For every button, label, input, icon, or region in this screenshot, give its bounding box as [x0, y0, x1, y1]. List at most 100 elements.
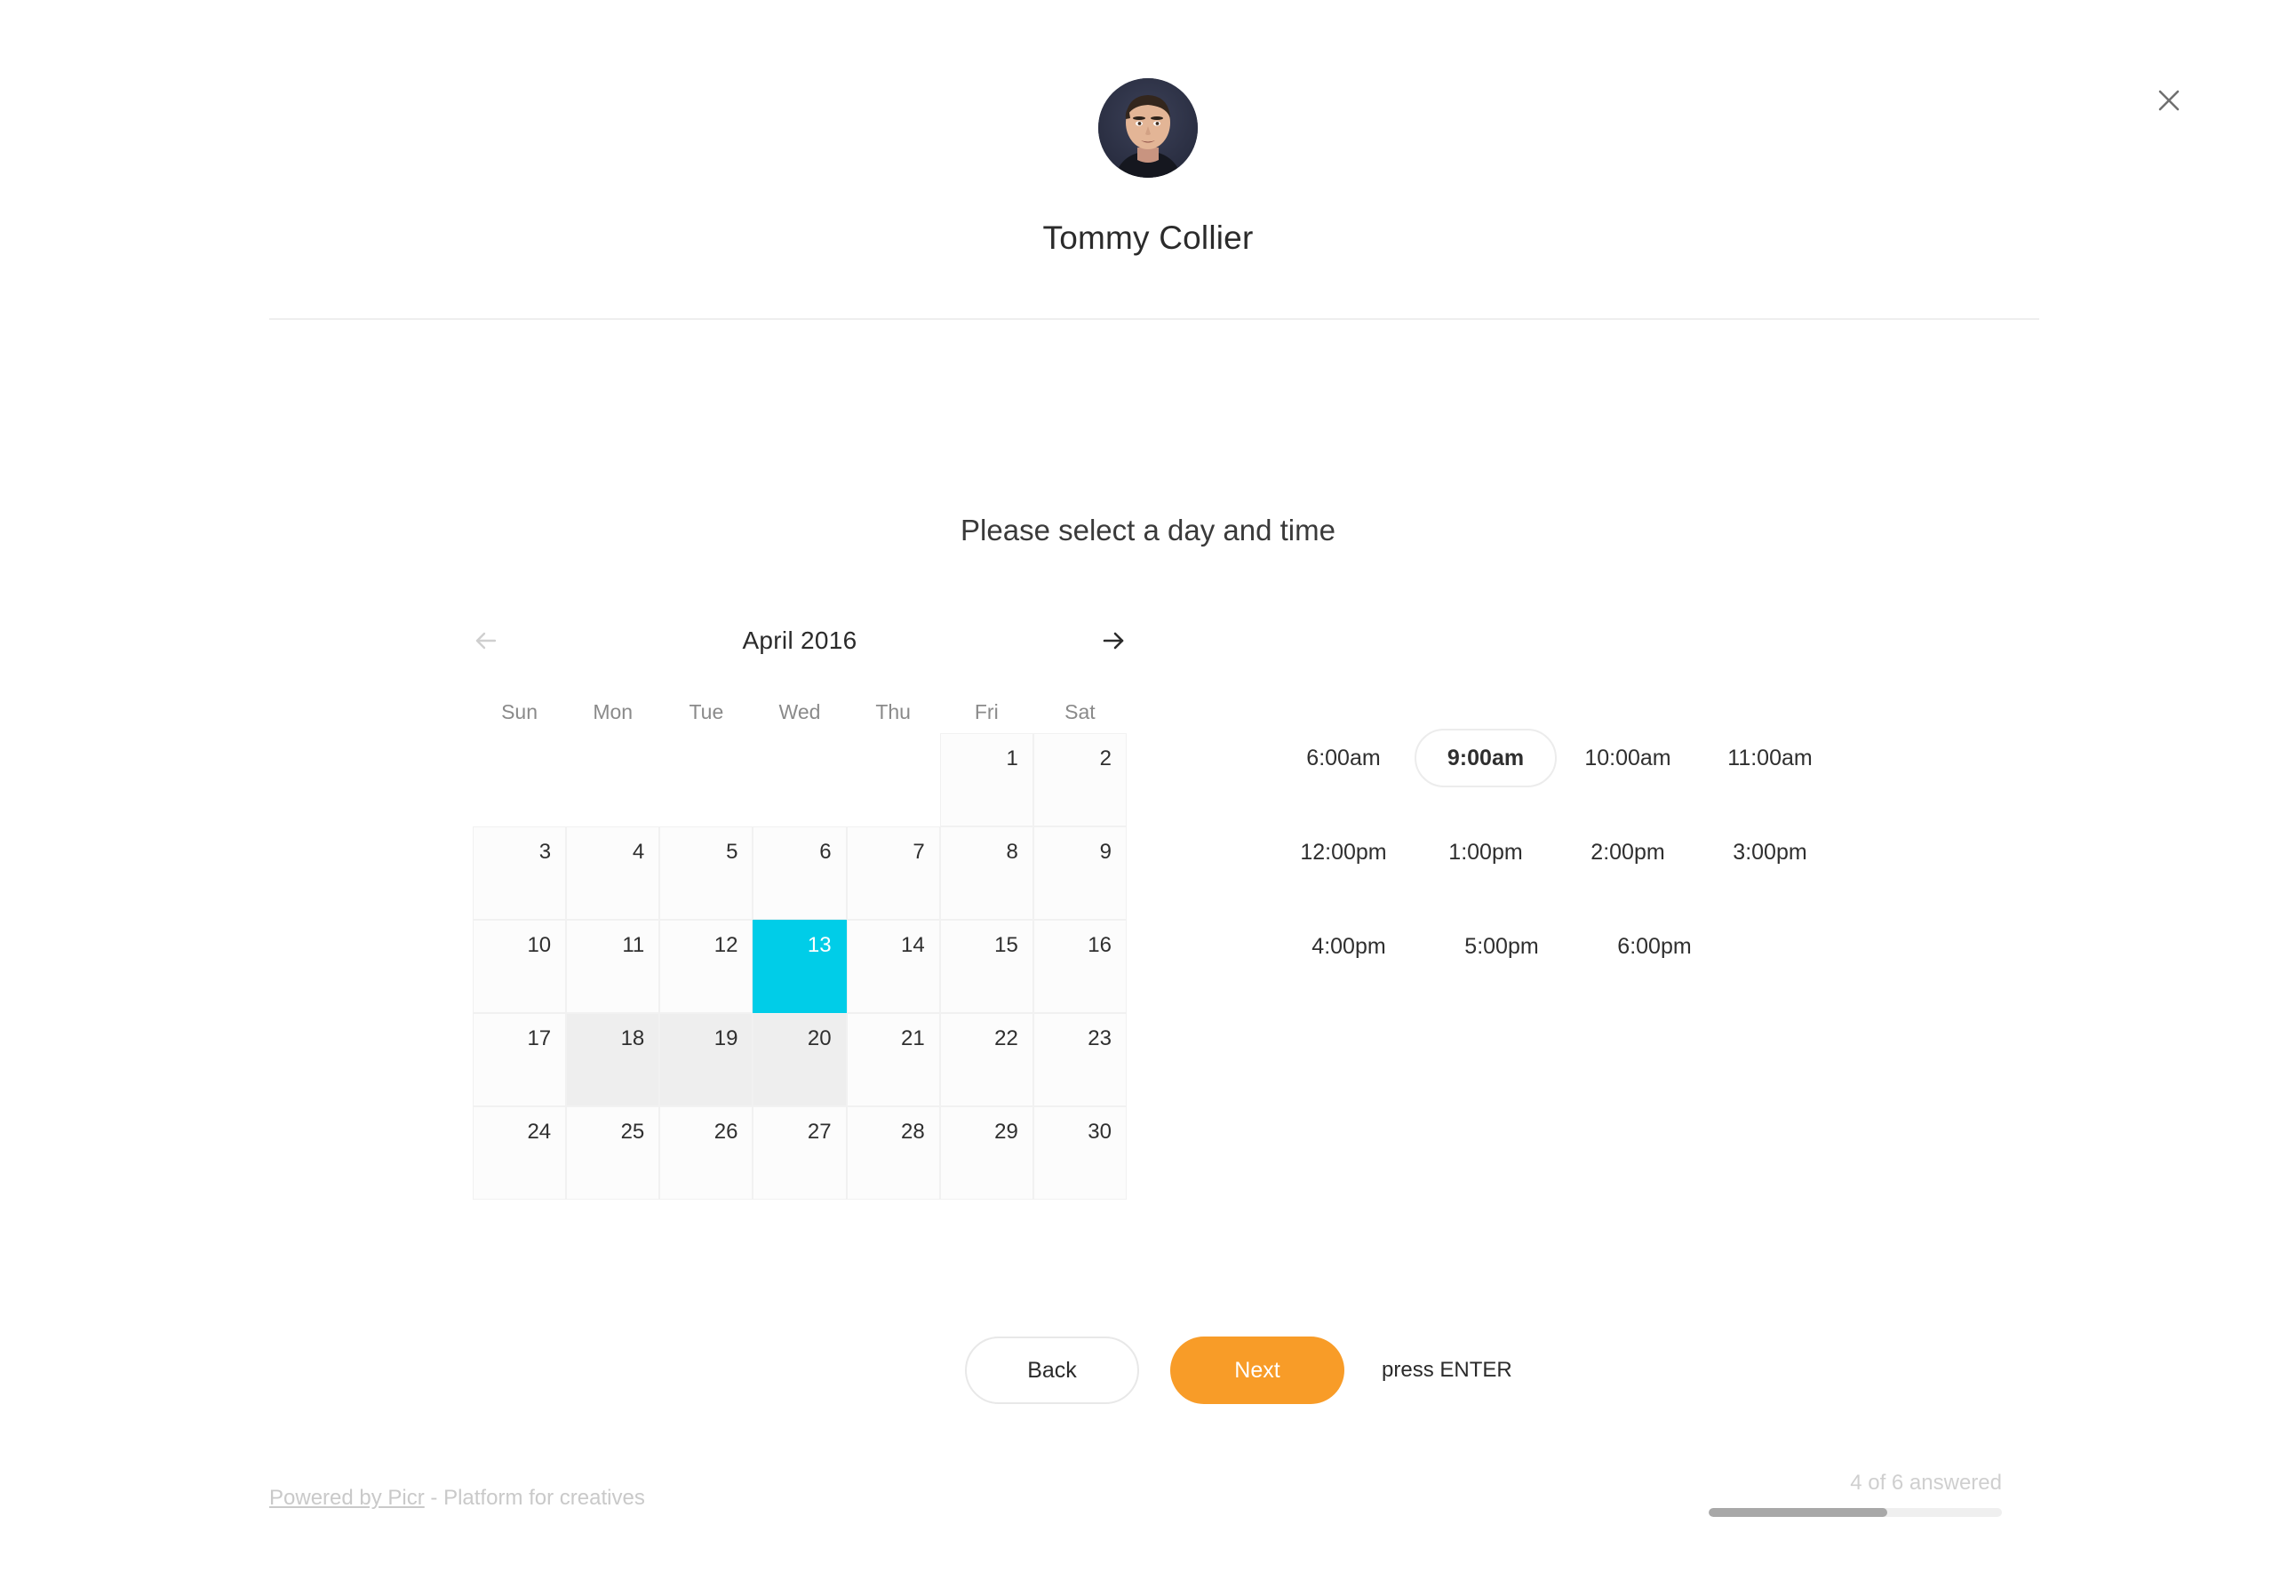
calendar-day-29[interactable]: 29 [939, 1106, 1033, 1200]
calendar-day-19[interactable]: 19 [659, 1013, 753, 1106]
calendar-day-21[interactable]: 21 [846, 1013, 940, 1106]
time-slot-500pm[interactable]: 5:00pm [1425, 917, 1578, 976]
avatar-photo [1098, 78, 1198, 178]
calendar-day-5[interactable]: 5 [659, 826, 753, 920]
calendar-day-15[interactable]: 15 [939, 920, 1033, 1013]
calendar-day-number: 13 [807, 933, 832, 957]
calendar-day-number: 19 [714, 1026, 738, 1050]
calendar-cell-empty [473, 733, 566, 826]
powered-by-link[interactable]: Powered by Picr [269, 1486, 425, 1510]
calendar-day-17[interactable]: 17 [473, 1013, 567, 1106]
calendar-day-16[interactable]: 16 [1032, 920, 1127, 1013]
calendar-day-number: 15 [994, 933, 1018, 957]
avatar [1098, 78, 1198, 178]
time-slot-1100am[interactable]: 11:00am [1699, 729, 1841, 787]
time-slot-100pm[interactable]: 1:00pm [1415, 823, 1557, 882]
calendar-day-number: 25 [620, 1120, 645, 1144]
time-slot-600am[interactable]: 6:00am [1272, 729, 1415, 787]
calendar-day-11[interactable]: 11 [566, 920, 660, 1013]
calendar-day-number: 7 [913, 840, 925, 864]
calendar-day-13[interactable]: 13 [753, 920, 847, 1013]
powered-by-tagline: - Platform for creatives [424, 1486, 645, 1510]
calendar-day-9[interactable]: 9 [1032, 826, 1127, 920]
calendar-day-28[interactable]: 28 [846, 1106, 940, 1200]
weekday-header-row: Sun Mon Tue Wed Thu Fri Sat [473, 700, 1127, 724]
calendar-day-number: 30 [1088, 1120, 1112, 1144]
calendar-day-number: 8 [1006, 840, 1018, 864]
calendar-day-number: 12 [714, 933, 738, 957]
calendar-day-number: 4 [632, 840, 645, 864]
calendar-day-number: 6 [819, 840, 832, 864]
booking-page: Tommy Collier Please select a day and ti… [0, 0, 2296, 1596]
calendar-day-number: 9 [1099, 840, 1112, 864]
profile-header: Tommy Collier [0, 0, 2296, 257]
calendar-day-24[interactable]: 24 [473, 1106, 567, 1200]
weekday-label-tue: Tue [689, 700, 724, 723]
progress-area: 4 of 6 answered [1540, 1471, 2002, 1517]
weekday-label-mon: Mon [593, 700, 634, 723]
prev-month-button[interactable] [465, 620, 506, 661]
weekday-label-sat: Sat [1064, 700, 1096, 723]
calendar-day-30[interactable]: 30 [1032, 1106, 1127, 1200]
next-button[interactable]: Next [1170, 1337, 1344, 1404]
calendar-day-26[interactable]: 26 [659, 1106, 753, 1200]
calendar-day-3[interactable]: 3 [473, 826, 567, 920]
calendar-day-number: 2 [1099, 746, 1112, 770]
arrow-right-icon [1103, 632, 1124, 650]
calendar-day-number: 22 [994, 1026, 1018, 1050]
calendar-day-number: 18 [620, 1026, 645, 1050]
time-slot-row: 4:00pm 5:00pm 6:00pm [1272, 917, 1841, 976]
weekday-label-sun: Sun [501, 700, 538, 723]
weekday-label-thu: Thu [875, 700, 911, 723]
calendar-day-number: 16 [1088, 933, 1112, 957]
next-month-button[interactable] [1094, 620, 1135, 661]
calendar-day-10[interactable]: 10 [473, 920, 567, 1013]
calendar-day-4[interactable]: 4 [566, 826, 660, 920]
calendar-day-25[interactable]: 25 [566, 1106, 660, 1200]
time-slot-200pm[interactable]: 2:00pm [1557, 823, 1699, 882]
calendar-month-label: April 2016 [742, 626, 857, 654]
time-slot-row: 12:00pm 1:00pm 2:00pm 3:00pm [1272, 823, 1841, 882]
header-divider [269, 318, 2039, 320]
time-slot-600pm[interactable]: 6:00pm [1578, 917, 1731, 976]
calendar-day-8[interactable]: 8 [939, 826, 1033, 920]
question-text: Please select a day and time [961, 514, 1335, 547]
progress-bar-fill [1709, 1508, 1888, 1517]
calendar-day-number: 3 [538, 840, 552, 864]
progress-bar[interactable] [1709, 1508, 2002, 1517]
calendar-cell-empty [659, 733, 753, 826]
time-slot-list: 6:00am 9:00am 10:00am 11:00am 12:00pm 1:00pm 2… [1272, 729, 1841, 1011]
calendar-day-20[interactable]: 20 [753, 1013, 847, 1106]
arrow-left-icon [475, 632, 497, 650]
calendar-day-number: 14 [901, 933, 925, 957]
calendar-day-number: 29 [994, 1120, 1018, 1144]
calendar-day-1[interactable]: 1 [939, 733, 1033, 826]
calendar-day-number: 20 [807, 1026, 832, 1050]
time-slot-400pm[interactable]: 4:00pm [1272, 917, 1425, 976]
action-bar: Back Next press ENTER [965, 1337, 1512, 1404]
calendar-day-22[interactable]: 22 [939, 1013, 1033, 1106]
calendar-day-27[interactable]: 27 [753, 1106, 847, 1200]
calendar-day-6[interactable]: 6 [753, 826, 847, 920]
press-enter-hint: press ENTER [1382, 1358, 1512, 1382]
calendar-day-12[interactable]: 12 [659, 920, 753, 1013]
calendar-day-2[interactable]: 2 [1032, 733, 1127, 826]
calendar-day-14[interactable]: 14 [846, 920, 940, 1013]
calendar-day-18[interactable]: 18 [566, 1013, 660, 1106]
calendar-header: April 2016 [473, 613, 1127, 668]
time-slot-300pm[interactable]: 3:00pm [1699, 823, 1841, 882]
calendar-day-7[interactable]: 7 [846, 826, 940, 920]
back-button[interactable]: Back [965, 1337, 1139, 1404]
weekday-label-wed: Wed [778, 700, 821, 723]
calendar-day-number: 26 [714, 1120, 738, 1144]
calendar-day-number: 10 [527, 933, 552, 957]
page-title: Tommy Collier [1042, 219, 1254, 256]
calendar-day-number: 1 [1006, 746, 1018, 770]
calendar-cell-empty [847, 733, 940, 826]
time-slot-1200pm[interactable]: 12:00pm [1272, 823, 1415, 882]
time-slot-1000am[interactable]: 10:00am [1557, 729, 1699, 787]
time-slot-900am[interactable]: 9:00am [1415, 729, 1557, 787]
calendar-day-23[interactable]: 23 [1032, 1013, 1127, 1106]
calendar-day-number: 23 [1088, 1026, 1112, 1050]
calendar-day-number: 5 [726, 840, 738, 864]
